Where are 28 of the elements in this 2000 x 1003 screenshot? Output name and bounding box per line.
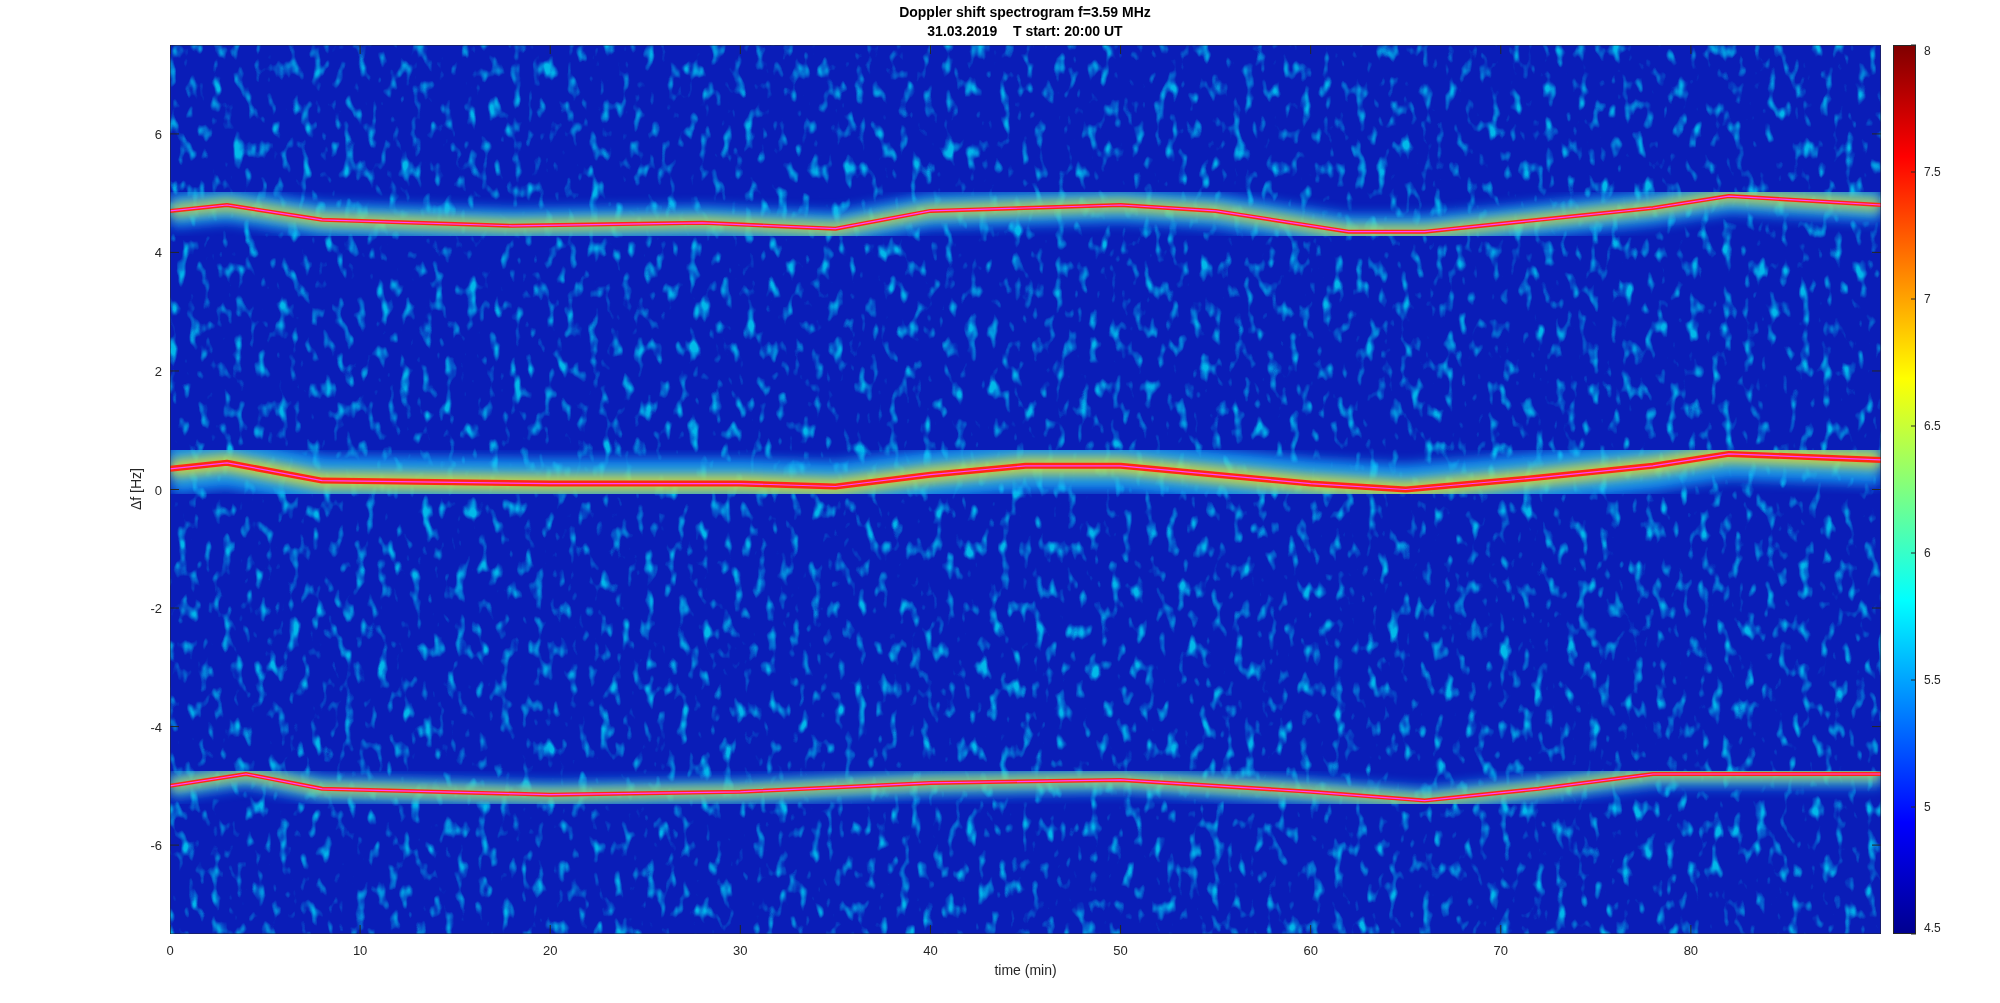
colorbar-tick-label: 7: [1924, 292, 1931, 306]
axis-tick-label: 80: [1683, 943, 1699, 958]
axis-tick-label: 6: [154, 126, 162, 142]
axis-tick-label: 2: [154, 363, 162, 379]
colorbar-tick-label: 5.5: [1924, 673, 1941, 687]
axis-tick-label: 30: [733, 943, 748, 958]
axis-tick-label: 60: [1303, 943, 1318, 958]
chart-title: 31.03.2019 T start: 20:00 UT: [927, 23, 1123, 39]
axis-tick-label: 0: [154, 482, 162, 498]
chart-title: Doppler shift spectrogram f=3.59 MHz: [899, 4, 1151, 20]
axis-tick-label: -6: [150, 838, 162, 854]
colorbar-tick-label: 7.5: [1924, 165, 1941, 179]
colorbar-tick-label: 5: [1924, 800, 1931, 814]
colorbar-tick-label: 6: [1924, 546, 1931, 560]
axis-tick-label: 10: [352, 943, 368, 958]
axis-tick-label: 0: [166, 943, 174, 958]
axis-label: Δf [Hz]: [128, 468, 144, 510]
axis-tick-label: 4: [154, 245, 162, 261]
axis-tick-label: -4: [150, 719, 162, 735]
colorbar-tick-label: 6.5: [1924, 419, 1941, 433]
axis-tick-label: -2: [150, 601, 162, 617]
axis-tick-label: 70: [1493, 943, 1508, 958]
colorbar-tick-label: 8: [1924, 44, 1931, 58]
colorbar-tick-label: 4.5: [1924, 921, 1941, 935]
axis-label: time (min): [994, 962, 1057, 978]
axis-tick-label: 50: [1113, 943, 1128, 958]
axis-tick-label: 40: [923, 943, 938, 958]
axis-tick-label: 20: [543, 943, 558, 958]
